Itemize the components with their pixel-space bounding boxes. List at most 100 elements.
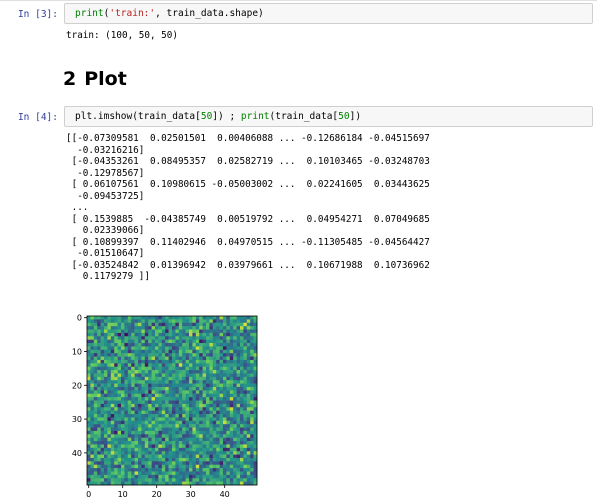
cell-3-code-input[interactable]: print('train:', train_data.shape): [64, 3, 593, 24]
heatmap-cell: [155, 363, 159, 367]
heatmap-cell: [100, 471, 105, 476]
heatmap-cell: [87, 454, 91, 459]
heatmap-cell: [141, 468, 146, 472]
heatmap-cell: [172, 474, 176, 479]
heatmap-cell: [246, 454, 251, 459]
heatmap-cell: [189, 383, 193, 388]
heatmap-cell: [161, 454, 166, 459]
array-output-line: ...: [66, 202, 89, 213]
heatmap-cell: [107, 417, 112, 422]
heatmap-cell: [121, 424, 125, 428]
heatmap-cell: [212, 349, 217, 354]
heatmap-cell: [114, 434, 118, 438]
heatmap-cell: [209, 322, 214, 327]
heatmap-cell: [165, 420, 169, 425]
heatmap-cell: [243, 397, 248, 401]
heatmap-cell: [138, 451, 142, 455]
heatmap-cell: [124, 383, 129, 388]
heatmap-cell: [158, 454, 163, 459]
heatmap-cell: [127, 474, 132, 479]
heatmap-cell: [134, 316, 139, 320]
heatmap-cell: [100, 420, 105, 425]
heatmap-cell: [121, 464, 125, 469]
heatmap-cell: [226, 383, 231, 388]
heatmap-cell: [155, 417, 159, 422]
heatmap-cell: [114, 343, 118, 347]
heatmap-cell: [172, 478, 176, 482]
heatmap-cell: [141, 424, 146, 428]
heatmap-cell: [250, 400, 254, 405]
heatmap-cell: [246, 457, 251, 462]
heatmap-cell: [216, 434, 220, 438]
heatmap-cell: [243, 468, 248, 472]
heatmap-cell: [219, 332, 224, 337]
heatmap-cell: [189, 461, 193, 466]
heatmap-cell: [165, 464, 169, 469]
cell-4-code-input[interactable]: plt.imshow(train_data[50]) ; print(train…: [64, 106, 593, 127]
heatmap-cell: [185, 359, 190, 364]
heatmap-cell: [236, 414, 241, 418]
heatmap-cell: [216, 410, 220, 415]
heatmap-cell: [100, 346, 105, 351]
heatmap-cell: [97, 339, 101, 344]
heatmap-cell: [121, 373, 125, 378]
heatmap-cell: [90, 457, 95, 462]
heatmap-cell: [212, 329, 217, 334]
heatmap-cell: [216, 349, 220, 354]
heatmap-cell: [236, 420, 241, 425]
heatmap-cell: [192, 464, 197, 469]
heatmap-cell: [151, 322, 156, 327]
heatmap-cell: [185, 468, 190, 472]
heatmap-cell: [104, 356, 108, 361]
heatmap-cell: [199, 390, 203, 395]
heatmap-cell: [168, 407, 173, 411]
heatmap-cell: [110, 332, 115, 337]
heatmap-cell: [185, 366, 190, 371]
heatmap-cell: [192, 336, 197, 340]
heatmap-cell: [195, 322, 200, 327]
heatmap-cell: [155, 353, 159, 357]
heatmap-cell: [175, 356, 180, 361]
heatmap-cell: [189, 339, 193, 344]
heatmap-cell: [223, 322, 227, 327]
heatmap-cell: [206, 339, 210, 344]
cell-4-array-output: [[-0.07309581 0.02501501 0.00406088 ... …: [66, 133, 430, 283]
heatmap-cell: [114, 464, 118, 469]
heatmap-cell: [87, 386, 91, 391]
heatmap-cell: [155, 376, 159, 381]
heatmap-cell: [189, 380, 193, 384]
heatmap-cell: [131, 316, 135, 320]
heatmap-cell: [144, 386, 149, 391]
heatmap-cell: [151, 434, 156, 438]
heatmap-cell: [104, 386, 108, 391]
heatmap-cell: [192, 430, 197, 435]
heatmap-cell: [192, 329, 197, 334]
heatmap-cell: [192, 349, 197, 354]
heatmap-cell: [90, 349, 95, 354]
heatmap-cell: [226, 451, 231, 455]
heatmap-cell: [151, 353, 156, 357]
heatmap-cell: [117, 457, 122, 462]
heatmap-cell: [216, 464, 220, 469]
heatmap-cell: [199, 370, 203, 374]
heatmap-cell: [182, 444, 186, 449]
heatmap-cell: [189, 424, 193, 428]
heatmap-cell: [158, 343, 163, 347]
heatmap-cell: [138, 322, 142, 327]
heatmap-cell: [189, 410, 193, 415]
heatmap-cell: [243, 424, 248, 428]
heatmap-cell: [110, 454, 115, 459]
heatmap-cell: [250, 407, 254, 411]
heatmap-cell: [240, 464, 244, 469]
heatmap-cell: [148, 343, 152, 347]
heatmap-cell: [236, 343, 241, 347]
heatmap-cell: [114, 471, 118, 476]
heatmap-cell: [90, 420, 95, 425]
heatmap-cell: [236, 393, 241, 398]
heatmap-cell: [161, 461, 166, 466]
heatmap-cell: [172, 380, 176, 384]
heatmap-cell: [172, 468, 176, 472]
heatmap-cell: [114, 380, 118, 384]
heatmap-cell: [206, 441, 210, 445]
heatmap-cell: [114, 390, 118, 395]
